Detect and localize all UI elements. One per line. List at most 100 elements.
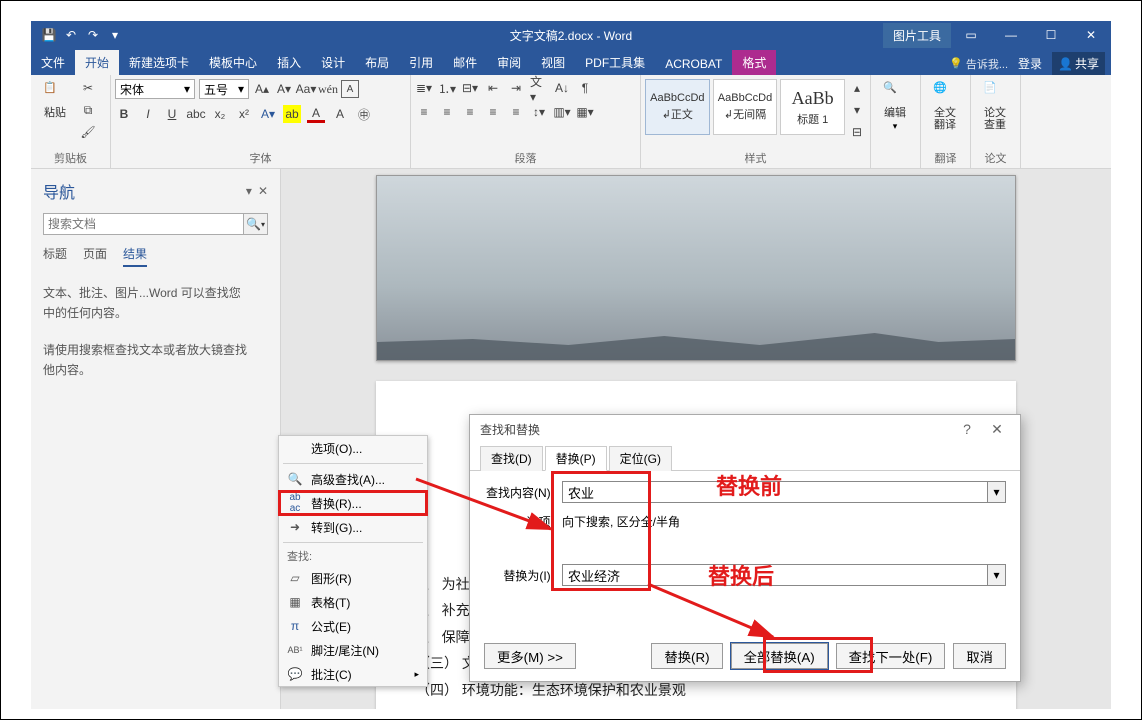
- italic-button[interactable]: I: [139, 105, 157, 123]
- decrease-indent-icon[interactable]: ⇤: [484, 79, 502, 97]
- borders-icon[interactable]: ▦▾: [576, 103, 594, 121]
- nav-tab-pages[interactable]: 页面: [83, 245, 107, 267]
- sort-icon[interactable]: A↓: [553, 79, 571, 97]
- menu-find-graphics[interactable]: ▱图形(R): [279, 566, 427, 590]
- superscript-icon[interactable]: x²: [235, 105, 253, 123]
- styles-scroll-up-icon[interactable]: ▴: [848, 79, 866, 97]
- tab-template[interactable]: 模板中心: [199, 50, 267, 75]
- find-next-button[interactable]: 查找下一处(F): [836, 643, 946, 669]
- align-distribute-icon[interactable]: ≡: [507, 103, 525, 121]
- align-justify-icon[interactable]: ≡: [484, 103, 502, 121]
- tab-format[interactable]: 格式: [732, 50, 776, 75]
- align-right-icon[interactable]: ≡: [461, 103, 479, 121]
- replace-input[interactable]: [562, 564, 988, 586]
- search-input[interactable]: [43, 213, 244, 235]
- find-input-dropdown-icon[interactable]: ▾: [988, 481, 1006, 503]
- align-center-icon[interactable]: ≡: [438, 103, 456, 121]
- replace-button[interactable]: 替换(R): [651, 643, 722, 669]
- dialog-tab-find[interactable]: 查找(D): [480, 446, 543, 471]
- tell-me-input[interactable]: 💡告诉我...: [949, 56, 1008, 72]
- font-color-icon[interactable]: A: [307, 105, 325, 123]
- search-split-button[interactable]: 🔍▾: [244, 213, 268, 235]
- asian-layout-icon[interactable]: 文▾: [530, 79, 548, 97]
- bullets-icon[interactable]: ≣▾: [415, 79, 433, 97]
- char-border-icon[interactable]: A: [341, 80, 359, 98]
- nav-tab-headings[interactable]: 标题: [43, 245, 67, 267]
- menu-find-tables[interactable]: ▦表格(T): [279, 590, 427, 614]
- minimize-icon[interactable]: —: [991, 21, 1031, 49]
- ribbon-display-icon[interactable]: ▭: [951, 21, 991, 49]
- login-button[interactable]: 登录: [1012, 53, 1048, 74]
- menu-advanced-find[interactable]: 🔍高级查找(A)...: [279, 467, 427, 491]
- menu-find-comments[interactable]: 💬批注(C)▸: [279, 662, 427, 686]
- show-marks-icon[interactable]: ¶: [576, 79, 594, 97]
- cancel-button[interactable]: 取消: [953, 643, 1006, 669]
- translate-button[interactable]: 🌐全文 翻译: [925, 79, 965, 133]
- underline-button[interactable]: U: [163, 105, 181, 123]
- dialog-tab-replace[interactable]: 替换(P): [545, 446, 607, 471]
- close-icon[interactable]: ✕: [1071, 21, 1111, 49]
- highlight-icon[interactable]: ab: [283, 105, 301, 123]
- thesis-check-button[interactable]: 📄论文 查重: [975, 79, 1015, 133]
- redo-icon[interactable]: ↷: [85, 27, 101, 43]
- tab-pdf[interactable]: PDF工具集: [575, 50, 655, 75]
- more-button[interactable]: 更多(M) >>: [484, 643, 576, 669]
- cut-icon[interactable]: ✂: [79, 79, 97, 97]
- tab-newtab[interactable]: 新建选项卡: [119, 50, 199, 75]
- shading-icon[interactable]: ▥▾: [553, 103, 571, 121]
- font-size-combo[interactable]: 五号▾: [199, 79, 249, 99]
- numbering-icon[interactable]: ⒈▾: [438, 79, 456, 97]
- tab-design[interactable]: 设计: [311, 50, 355, 75]
- tab-home[interactable]: 开始: [75, 50, 119, 75]
- replace-input-dropdown-icon[interactable]: ▾: [988, 564, 1006, 586]
- document-image[interactable]: [376, 175, 1016, 361]
- phonetic-guide-icon[interactable]: wén: [319, 80, 337, 98]
- tab-acrobat[interactable]: ACROBAT: [655, 53, 732, 75]
- menu-find-equations[interactable]: π公式(E): [279, 614, 427, 638]
- tab-review[interactable]: 审阅: [487, 50, 531, 75]
- nav-tab-results[interactable]: 结果: [123, 245, 147, 267]
- style-heading1[interactable]: AaBb标题 1: [780, 79, 845, 135]
- bold-button[interactable]: B: [115, 105, 133, 123]
- copy-icon[interactable]: ⧉: [79, 101, 97, 119]
- style-normal[interactable]: AaBbCcDd↲正文: [645, 79, 710, 135]
- nav-close-icon[interactable]: ✕: [258, 184, 268, 198]
- increase-indent-icon[interactable]: ⇥: [507, 79, 525, 97]
- paste-button[interactable]: 📋 粘贴: [35, 79, 75, 121]
- save-icon[interactable]: 💾: [41, 27, 57, 43]
- find-input[interactable]: [562, 481, 988, 503]
- line-spacing-icon[interactable]: ↕▾: [530, 103, 548, 121]
- tab-references[interactable]: 引用: [399, 50, 443, 75]
- tab-layout[interactable]: 布局: [355, 50, 399, 75]
- menu-goto[interactable]: ➜转到(G)...: [279, 515, 427, 539]
- text-effects-icon[interactable]: A▾: [259, 105, 277, 123]
- dialog-close-icon[interactable]: ✕: [984, 421, 1010, 438]
- menu-options[interactable]: 选项(O)...: [279, 436, 427, 460]
- strikethrough-icon[interactable]: abc: [187, 105, 205, 123]
- dialog-tab-goto[interactable]: 定位(G): [609, 446, 672, 471]
- font-name-combo[interactable]: 宋体▾: [115, 79, 195, 99]
- styles-scroll-down-icon[interactable]: ▾: [848, 101, 866, 119]
- tab-insert[interactable]: 插入: [267, 50, 311, 75]
- tab-view[interactable]: 视图: [531, 50, 575, 75]
- style-nospacing[interactable]: AaBbCcDd↲无间隔: [713, 79, 778, 135]
- align-left-icon[interactable]: ≡: [415, 103, 433, 121]
- menu-find-footnotes[interactable]: AB¹脚注/尾注(N): [279, 638, 427, 662]
- char-shading-icon[interactable]: A: [331, 105, 349, 123]
- subscript-icon[interactable]: x₂: [211, 105, 229, 123]
- change-case-icon[interactable]: Aa▾: [297, 80, 315, 98]
- qat-dropdown-icon[interactable]: ▾: [107, 27, 123, 43]
- dialog-help-icon[interactable]: ?: [954, 421, 980, 438]
- editing-button[interactable]: 🔍编辑▾: [875, 79, 915, 134]
- nav-dropdown-icon[interactable]: ▾: [246, 184, 252, 198]
- grow-font-icon[interactable]: A▴: [253, 80, 271, 98]
- tab-mailings[interactable]: 邮件: [443, 50, 487, 75]
- shrink-font-icon[interactable]: A▾: [275, 80, 293, 98]
- menu-replace[interactable]: abac替换(R)...: [279, 491, 427, 515]
- multilevel-icon[interactable]: ⊟▾: [461, 79, 479, 97]
- maximize-icon[interactable]: ☐: [1031, 21, 1071, 49]
- share-button[interactable]: 👤共享: [1052, 52, 1105, 75]
- replace-all-button[interactable]: 全部替换(A): [731, 643, 828, 669]
- enclose-char-icon[interactable]: ㊥: [355, 105, 373, 123]
- format-painter-icon[interactable]: 🖌: [79, 123, 97, 141]
